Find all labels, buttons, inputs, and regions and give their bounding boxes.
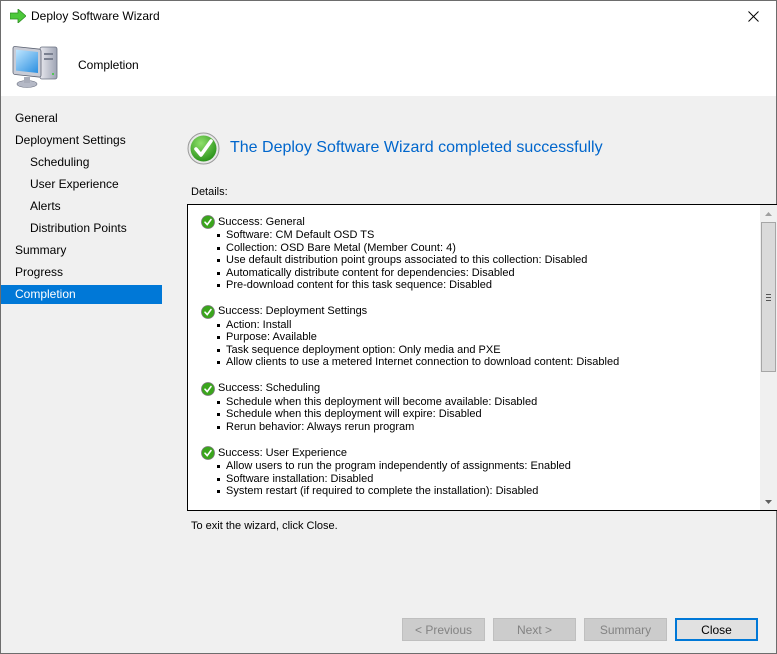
close-window-button[interactable]: [730, 1, 776, 32]
list-item: System restart (if required to complete …: [216, 485, 736, 498]
list-item: Purpose: Available: [216, 331, 736, 344]
summary-button[interactable]: Summary: [584, 618, 667, 641]
exit-instruction: To exit the wizard, click Close.: [191, 520, 338, 532]
nav-item-user-experience[interactable]: User Experience: [1, 175, 162, 194]
details-content: Success: General Software: CM Default OS…: [188, 205, 736, 510]
wizard-header: Completion: [1, 32, 776, 96]
success-title: The Deploy Software Wizard completed suc…: [230, 139, 603, 156]
success-check-icon: [201, 304, 215, 319]
list-item: Schedule when this deployment will expir…: [216, 408, 736, 421]
list-item: Rerun behavior: Always rerun program: [216, 421, 736, 434]
section-scheduling: Success: Scheduling Schedule when this d…: [201, 381, 736, 434]
section-user-experience: Success: User Experience Allow users to …: [201, 446, 736, 498]
list-item: Collection: OSD Bare Metal (Member Count…: [216, 242, 736, 255]
previous-button[interactable]: < Previous: [402, 618, 485, 641]
section-title: Success: User Experience: [218, 446, 347, 459]
success-check-icon: [187, 132, 220, 165]
page-title: Completion: [78, 58, 139, 72]
success-check-icon: [201, 446, 215, 460]
computer-icon: [12, 46, 58, 88]
wizard-nav: General Deployment Settings Scheduling U…: [1, 98, 162, 653]
success-check-icon: [201, 381, 215, 396]
nav-item-deployment-settings[interactable]: Deployment Settings: [1, 131, 162, 150]
close-button[interactable]: Close: [675, 618, 758, 641]
section-title: Success: Deployment Settings: [218, 305, 368, 318]
nav-item-progress[interactable]: Progress: [1, 263, 162, 282]
list-item: Allow users to run the program independe…: [216, 460, 736, 473]
details-scrollbar[interactable]: [760, 205, 777, 510]
title-bar: Deploy Software Wizard: [1, 1, 776, 32]
nav-item-completion[interactable]: Completion: [1, 285, 162, 304]
wizard-window: Deploy Software Wizard Completion Genera…: [0, 0, 777, 654]
details-box[interactable]: Success: General Software: CM Default OS…: [187, 204, 777, 511]
window-title: Deploy Software Wizard: [31, 9, 160, 23]
scroll-up-icon: [765, 211, 772, 216]
section-deployment-settings: Success: Deployment Settings Action: Ins…: [201, 304, 736, 369]
scroll-thumb[interactable]: [761, 222, 776, 372]
grip-icon: [766, 294, 771, 301]
list-item: Allow clients to use a metered Internet …: [216, 356, 736, 369]
list-item: Use default distribution point groups as…: [216, 254, 736, 267]
list-item: Software: CM Default OSD TS: [216, 229, 736, 242]
list-item: Action: Install: [216, 319, 736, 332]
wizard-footer: < Previous Next > Summary Close: [164, 598, 776, 653]
list-item: Schedule when this deployment will becom…: [216, 396, 736, 409]
list-item: Software installation: Disabled: [216, 473, 736, 486]
section-general: Success: General Software: CM Default OS…: [201, 215, 736, 292]
nav-item-alerts[interactable]: Alerts: [1, 197, 162, 216]
list-item: Pre-download content for this task seque…: [216, 279, 736, 292]
nav-item-summary[interactable]: Summary: [1, 241, 162, 260]
main-panel: The Deploy Software Wizard completed suc…: [164, 98, 777, 597]
scroll-down-button[interactable]: [760, 493, 777, 510]
section-title: Success: Scheduling: [218, 382, 321, 395]
section-title: Success: General: [218, 215, 305, 228]
next-button[interactable]: Next >: [493, 618, 576, 641]
list-item: Automatically distribute content for dep…: [216, 267, 736, 280]
nav-item-scheduling[interactable]: Scheduling: [1, 153, 162, 172]
close-icon: [747, 11, 759, 22]
nav-item-general[interactable]: General: [1, 109, 162, 128]
scroll-up-button[interactable]: [760, 205, 777, 222]
scroll-down-icon: [765, 499, 772, 504]
success-check-icon: [201, 215, 215, 229]
nav-item-distribution-points[interactable]: Distribution Points: [1, 219, 162, 238]
details-label: Details:: [191, 186, 228, 198]
green-arrow-icon: [10, 9, 26, 23]
list-item: Task sequence deployment option: Only me…: [216, 344, 736, 357]
